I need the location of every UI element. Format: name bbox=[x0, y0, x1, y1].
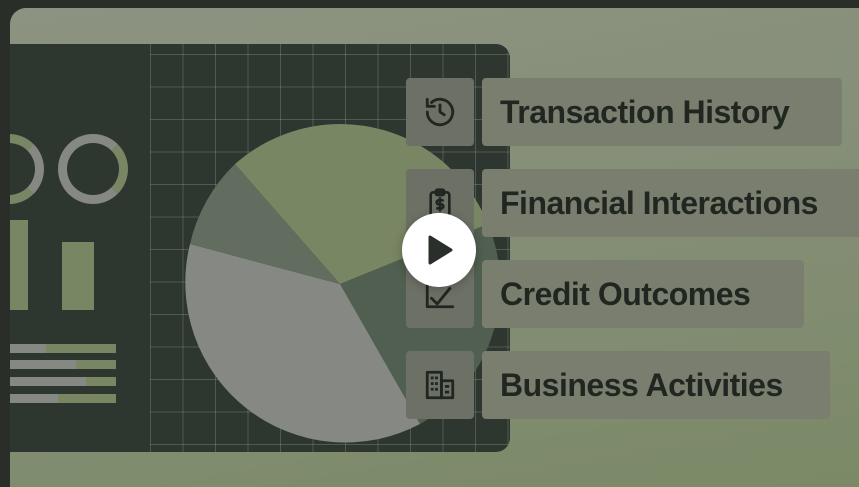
progress-bar bbox=[10, 394, 116, 403]
progress-bar bbox=[10, 360, 116, 369]
play-button[interactable] bbox=[402, 213, 476, 287]
donut-chart bbox=[58, 134, 128, 204]
menu-item-text: Business Activities bbox=[500, 366, 783, 403]
menu-item-text: Transaction History bbox=[500, 93, 790, 130]
menu-item-label: Transaction History bbox=[482, 78, 842, 146]
mini-bar bbox=[62, 242, 94, 310]
menu-item-text: Financial Interactions bbox=[500, 184, 818, 221]
menu-item-label: Business Activities bbox=[482, 351, 830, 419]
menu-item-label: Credit Outcomes bbox=[482, 260, 804, 328]
history-icon bbox=[406, 78, 474, 146]
progress-bar bbox=[10, 377, 116, 386]
menu-item-text: Credit Outcomes bbox=[500, 275, 751, 312]
menu-item-label: Financial Interactions bbox=[482, 169, 859, 237]
progress-bar bbox=[10, 344, 116, 353]
building-icon bbox=[406, 351, 474, 419]
play-icon bbox=[428, 235, 453, 265]
mini-bar bbox=[10, 220, 28, 310]
donut-chart-partial bbox=[10, 134, 44, 204]
